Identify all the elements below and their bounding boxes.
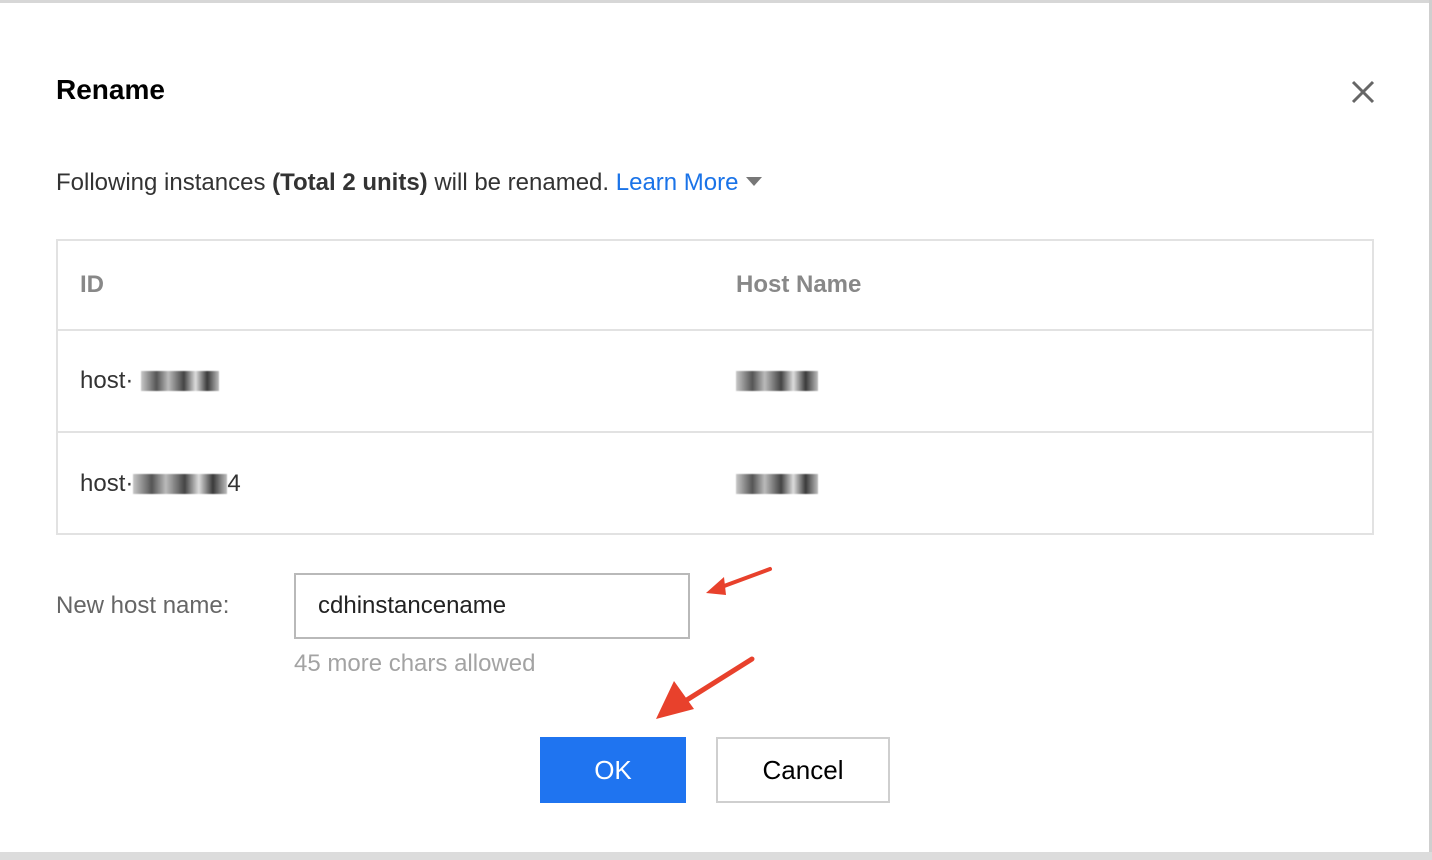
instance-id-prefix: host· — [80, 367, 134, 394]
dialog-title: Rename — [56, 74, 165, 105]
host-name-cell — [736, 433, 818, 535]
instance-id-prefix: host· — [80, 470, 134, 497]
annotation-arrow-input-icon — [706, 567, 772, 595]
page: Rename Following instances (Total 2 unit… — [0, 0, 1432, 860]
rename-dialog: Rename Following instances (Total 2 unit… — [0, 3, 1429, 852]
background-app-strip-bottom — [0, 852, 1432, 860]
table-row: host· 4 — [58, 433, 1372, 535]
redacted-id — [133, 474, 228, 494]
column-header-host-name: Host Name — [736, 271, 862, 298]
new-host-name-label: New host name: — [56, 592, 230, 619]
learn-more-link[interactable]: Learn More — [616, 169, 739, 196]
dialog-description: Following instances (Total 2 units) will… — [56, 167, 763, 199]
close-icon — [1351, 80, 1375, 104]
table-header-row: ID Host Name — [58, 241, 1372, 331]
redacted-host-name — [736, 474, 818, 494]
redacted-host-name — [736, 371, 818, 391]
instances-table: ID Host Name host· host· 4 — [56, 239, 1374, 535]
redacted-id — [141, 371, 220, 391]
annotation-arrow-ok-icon — [656, 656, 755, 719]
caret-down-icon[interactable] — [746, 177, 763, 187]
close-button[interactable] — [1346, 75, 1380, 109]
cancel-button[interactable]: Cancel — [716, 737, 890, 803]
ok-button[interactable]: OK — [540, 737, 686, 803]
description-prefix: Following instances — [56, 169, 273, 196]
table-row: host· — [58, 331, 1372, 433]
host-name-cell — [736, 331, 818, 431]
description-suffix: will be renamed. — [427, 169, 616, 196]
instance-id-tail: 4 — [227, 470, 241, 497]
description-total: (Total 2 units) — [272, 169, 428, 196]
column-header-id: ID — [80, 271, 104, 298]
new-host-name-input[interactable] — [294, 573, 690, 639]
chars-remaining-hint: 45 more chars allowed — [294, 650, 536, 677]
instance-id-cell: host· 4 — [80, 433, 241, 535]
instance-id-cell: host· — [80, 331, 220, 431]
